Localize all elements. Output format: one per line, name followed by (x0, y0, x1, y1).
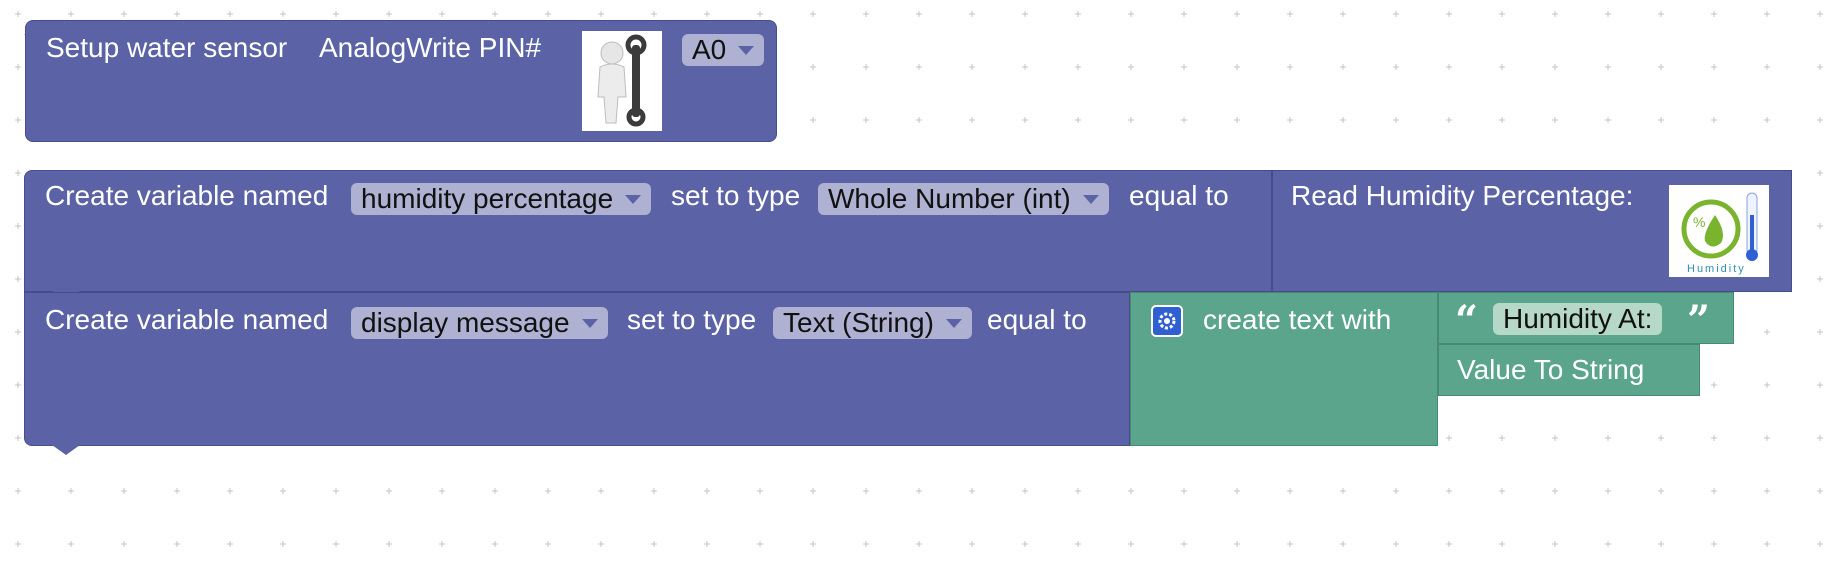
humidity-caption: Humidity (1687, 263, 1746, 275)
variable-name-value: display message (361, 307, 570, 338)
chevron-down-icon (945, 319, 962, 328)
chevron-down-icon (581, 319, 598, 328)
pin-dropdown-value: A0 (692, 34, 727, 65)
create-text-with-label: create text with (1203, 304, 1392, 335)
value-to-string-label: Value To String (1457, 354, 1645, 385)
svg-text:%: % (1693, 214, 1705, 230)
variable-name-dropdown[interactable]: humidity percentage (351, 183, 652, 215)
string-block[interactable]: “ Humidity At: ” (1438, 292, 1734, 344)
variable-type-dropdown[interactable]: Whole Number (int) (818, 183, 1109, 215)
variable-name-value: humidity percentage (361, 183, 614, 214)
close-quote-icon: ” (1687, 297, 1711, 344)
create-variable-label: Create variable named (45, 304, 329, 335)
pin-dropdown[interactable]: A0 (682, 34, 765, 66)
equal-to-label: equal to (987, 304, 1087, 335)
chevron-down-icon (738, 46, 755, 55)
create-variable-block-1[interactable]: Create variable named humidity percentag… (24, 170, 1272, 292)
equal-to-label: equal to (1129, 180, 1229, 211)
chevron-down-icon (625, 195, 642, 204)
setup-water-sensor-block[interactable]: Setup water sensor AnalogWrite PIN# A0 (25, 20, 777, 142)
variable-type-value: Text (String) (783, 307, 934, 338)
set-to-type-label: set to type (671, 180, 801, 211)
create-variable-label: Create variable named (45, 180, 329, 211)
string-value: Humidity At: (1503, 303, 1653, 334)
read-humidity-label: Read Humidity Percentage: (1291, 180, 1634, 211)
variable-type-dropdown[interactable]: Text (String) (773, 307, 972, 339)
chevron-down-icon (1082, 195, 1099, 204)
setup-label: Setup water sensor (46, 32, 288, 63)
wrench-figure-icon (582, 31, 662, 131)
set-to-type-label: set to type (627, 304, 757, 335)
block-connector-notch (52, 445, 80, 455)
variable-name-dropdown[interactable]: display message (351, 307, 608, 339)
humidity-icon: % Humidity (1669, 185, 1769, 277)
string-text-field[interactable]: Humidity At: (1493, 303, 1663, 335)
value-to-string-block[interactable]: Value To String (1438, 344, 1700, 396)
variable-type-value: Whole Number (int) (828, 183, 1071, 214)
create-variable-block-2[interactable]: Create variable named display message se… (24, 292, 1130, 446)
read-humidity-block[interactable]: Read Humidity Percentage: % Humidity (1272, 170, 1792, 292)
open-quote-icon: “ (1455, 297, 1479, 344)
create-text-with-block[interactable]: create text with (1130, 292, 1438, 446)
pin-label: AnalogWrite PIN# (319, 32, 542, 63)
gear-icon[interactable] (1151, 305, 1183, 337)
